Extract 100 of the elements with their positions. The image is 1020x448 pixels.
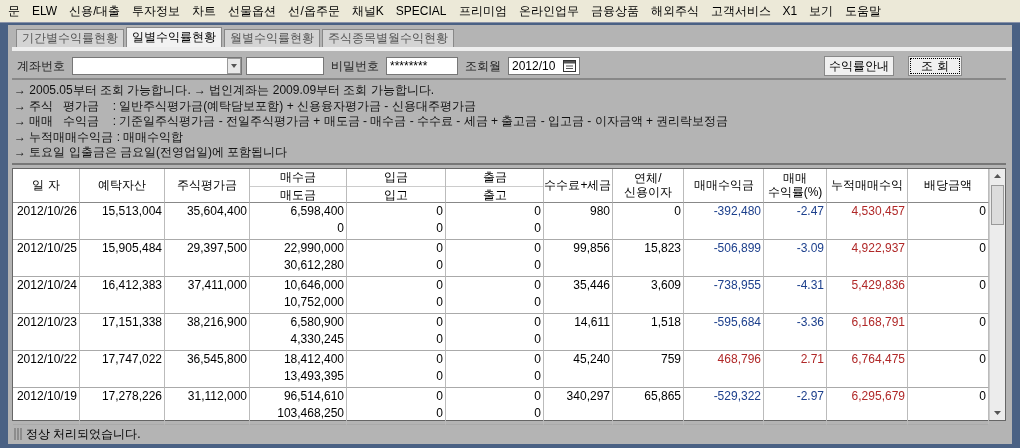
table-cell-text: 0 [533, 404, 541, 422]
table-cell-text: 0 [435, 404, 443, 422]
table-cell-text: 340,297 [565, 387, 610, 405]
table-cell-text: 3,609 [649, 276, 681, 294]
table-cell-text: 5,429,836 [850, 276, 905, 294]
menu-item[interactable]: 금융상품 [584, 2, 645, 20]
table-cell-text: 0 [533, 276, 541, 294]
table-cell-text: 17,747,022 [100, 350, 162, 368]
account-dropdown[interactable] [72, 57, 242, 75]
table-cell-text: 0 [978, 202, 986, 220]
calendar-icon[interactable] [563, 60, 576, 72]
column-header: 연체/ 신용이자 [613, 168, 684, 203]
table-cell-text: 0 [978, 239, 986, 257]
menu-item[interactable]: 해외주식 [644, 2, 705, 20]
table-cell-text: 0 [435, 202, 443, 220]
table-cell-text: 468,796 [716, 350, 761, 368]
scroll-thumb[interactable] [991, 184, 1004, 225]
table-cell: 2012/10/26 [15, 202, 77, 220]
menu-item[interactable]: 고객서비스 [704, 2, 777, 20]
menu-item[interactable]: 신용/대출 [63, 2, 127, 20]
column-header: 매도금 [280, 186, 316, 204]
table-cell-text: 0 [533, 350, 541, 368]
table-cell-text: 0 [533, 313, 541, 331]
column-header: 수수료+세금 [544, 168, 613, 203]
table-cell-text: 14,611 [573, 313, 610, 331]
table-cell-text: 0 [533, 256, 541, 274]
table-cell-text: 0 [533, 330, 541, 348]
input-field[interactable] [246, 57, 324, 75]
tab[interactable]: 기간별수익률현황 [16, 29, 124, 47]
month-field[interactable]: 2012/10 [508, 57, 580, 75]
column-header: 출금 [482, 168, 507, 186]
table-cell-text: -506,899 [712, 239, 761, 257]
table-cell-text: 0 [435, 293, 443, 311]
password-field[interactable]: ******** [386, 57, 458, 75]
search-button[interactable]: 조 회 [908, 56, 962, 76]
table-cell-text: 10,752,000 [282, 293, 344, 311]
table-cell-text: 0 [336, 219, 344, 237]
table-cell-text: 759 [659, 350, 681, 368]
table-cell-text: -738,955 [712, 276, 761, 294]
table-cell-text: 99,856 [572, 239, 610, 257]
note-text: → 2005.05부터 조회 가능합니다. → 법인계좌는 2009.09부터 조회 가능합니다. [14, 83, 436, 99]
column-header: 입금 [384, 168, 408, 186]
menu-item[interactable]: 보기 [803, 2, 840, 20]
table-cell-text: 0 [435, 330, 443, 348]
table-cell-text: 30,612,280 [282, 256, 344, 274]
menu-item[interactable]: 선/옵주문 [282, 2, 346, 20]
table-cell-text: 0 [978, 276, 986, 294]
menu-item[interactable]: 투자정보 [126, 2, 187, 20]
table-cell: 2012/10/22 [15, 350, 77, 368]
table-cell-text: -2.97 [795, 387, 824, 405]
field-label: 계좌번호 [16, 57, 66, 75]
table-cell-text: 0 [435, 387, 443, 405]
menu-item[interactable]: 채널K [345, 2, 390, 20]
menu-item[interactable]: X1 [776, 4, 804, 18]
table-cell-text: 4,330,245 [289, 330, 344, 348]
tab[interactable]: 일별수익률현황 [126, 27, 222, 47]
field-label: 조회월 [464, 57, 502, 75]
table-cell: 2012/10/25 [15, 239, 77, 257]
table-cell-text: 36,545,800 [185, 350, 247, 368]
table-cell-text: 18,412,400 [282, 350, 344, 368]
grip-icon [14, 427, 22, 441]
table-cell-text: 0 [533, 293, 541, 311]
tab[interactable]: 월별수익률현황 [224, 29, 320, 47]
table-cell-text: 45,240 [572, 350, 610, 368]
menu-item[interactable]: 도움말 [839, 2, 888, 20]
table-cell-text: 0 [435, 367, 443, 385]
table-cell-text: 35,604,400 [185, 202, 247, 220]
table-cell-text: 0 [978, 387, 986, 405]
menu-item[interactable]: SPECIAL [389, 4, 453, 18]
note-text: → 매매 수익금 : 기준일주식평가금 - 전일주식평가금 + 매도금 - 매수금 - 수수료 - 세금 + 출고금 - 입고금 - 이자금액 + 권리락보정금 [14, 114, 730, 130]
menu-item[interactable]: 문 [2, 2, 26, 20]
column-header: 일 자 [13, 168, 80, 203]
menu-item[interactable]: 온라인업무 [512, 2, 585, 20]
table-cell-text: -2.47 [795, 202, 824, 220]
menu-item[interactable]: 프리미엄 [452, 2, 513, 20]
column-header: 매매수익금 [684, 168, 764, 203]
table-cell-text: -4.31 [795, 276, 824, 294]
guide-button[interactable]: 수익률안내 [824, 56, 894, 76]
table-cell-text: 0 [435, 350, 443, 368]
table-cell-text: 15,905,484 [100, 239, 162, 257]
table-cell-text: 17,278,226 [100, 387, 162, 405]
table-cell-text: 4,922,937 [850, 239, 905, 257]
table-cell-text: 15,823 [643, 239, 681, 257]
table-cell-text: 980 [588, 202, 610, 220]
scrollbar[interactable] [989, 168, 1005, 420]
menu-item[interactable]: 차트 [186, 2, 223, 20]
table-cell-text: 0 [435, 219, 443, 237]
column-header: 출고 [482, 186, 507, 204]
menu-item[interactable]: 선물옵션 [222, 2, 283, 20]
table-cell-text: 10,646,000 [282, 276, 344, 294]
table-cell-text: 16,412,383 [100, 276, 162, 294]
table-cell-text: 37,411,000 [186, 276, 247, 294]
table-cell-text: 17,151,338 [100, 313, 162, 331]
menu-item[interactable]: ELW [26, 4, 64, 18]
tab[interactable]: 주식종목별월수익현황 [322, 29, 454, 47]
table-cell-text: 4,530,457 [850, 202, 905, 220]
note-text: → 주식 평가금 : 일반주식평가금(예탁담보포함) + 신용융자평가금 - 신용대주평가금 [14, 98, 477, 114]
table-cell-text: 0 [673, 202, 681, 220]
table-cell-text: 31,112,000 [186, 387, 247, 405]
table-cell-text: 6,598,400 [289, 202, 344, 220]
